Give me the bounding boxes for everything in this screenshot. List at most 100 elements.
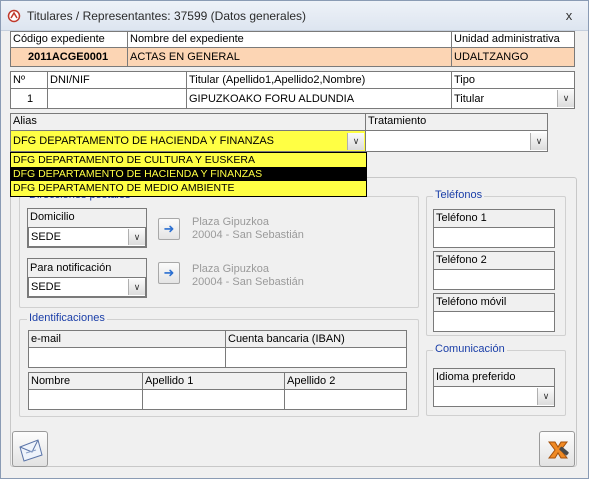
alias-option[interactable]: DFG DEPARTAMENTO DE CULTURA Y EUSKERA — [11, 153, 366, 167]
chevron-down-icon: ∨ — [352, 136, 360, 146]
alias-option[interactable]: DFG DEPARTAMENTO DE MEDIO AMBIENTE — [11, 181, 366, 195]
apellido1-header: Apellido 1 — [142, 372, 285, 390]
tipo-select[interactable]: Titular ∨ — [451, 88, 575, 109]
domicilio-address-line2: 20004 - San Sebastián — [192, 229, 304, 241]
codigo-expediente-header: Código expediente — [10, 31, 128, 48]
apellido1-input[interactable] — [142, 389, 285, 410]
telefono1-label: Teléfono 1 — [436, 212, 487, 224]
titular-field[interactable]: GIPUZKOAKO FORU ALDUNDIA — [186, 88, 452, 109]
arrow-right-icon: ➜ — [163, 221, 175, 236]
chevron-down-icon: ∨ — [133, 282, 141, 292]
telefonos-title: Teléfonos — [433, 189, 485, 201]
telefono1-header: Teléfono 1 — [433, 209, 555, 228]
titular-value: GIPUZKOAKO FORU ALDUNDIA — [189, 93, 355, 105]
tipo-header: Tipo — [451, 71, 575, 89]
titular-label: Titular (Apellido1,Apellido2,Nombre) — [189, 74, 366, 86]
idioma-header: Idioma preferido — [433, 368, 555, 387]
notificacion-value: SEDE — [31, 281, 61, 293]
tratamiento-label: Tratamiento — [368, 115, 427, 127]
alias-dropdown-button[interactable]: ∨ — [347, 133, 364, 150]
idioma-select[interactable]: ∨ — [433, 386, 555, 407]
telefono-movil-label: Teléfono móvil — [436, 296, 507, 308]
telefono-movil-header: Teléfono móvil — [433, 293, 555, 312]
envelope-icon — [19, 439, 43, 462]
nombre-expediente-value: ACTAS EN GENERAL — [130, 51, 240, 63]
codigo-expediente-field: 2011ACGE0001 — [10, 47, 128, 67]
nombre-input[interactable] — [28, 389, 143, 410]
unidad-administrativa-field: UDALTZANGO — [451, 47, 575, 67]
apellido2-header: Apellido 2 — [284, 372, 407, 390]
apellido2-input[interactable] — [284, 389, 407, 410]
telefono2-header: Teléfono 2 — [433, 251, 555, 270]
unidad-administrativa-value: UDALTZANGO — [454, 51, 529, 63]
nombre-expediente-header: Nombre del expediente — [127, 31, 452, 48]
chevron-down-icon: ∨ — [133, 232, 141, 242]
num-value: 1 — [27, 93, 34, 105]
domicilio-arrow-button[interactable]: ➜ — [158, 218, 180, 240]
telefono-movil-input[interactable] — [433, 311, 555, 332]
close-button[interactable]: x — [559, 7, 579, 25]
idioma-label: Idioma preferido — [436, 371, 516, 383]
send-button[interactable] — [12, 431, 48, 467]
iban-input[interactable] — [225, 347, 407, 368]
codigo-expediente-label: Código expediente — [13, 33, 105, 45]
apellido1-label: Apellido 1 — [145, 375, 194, 387]
iban-label: Cuenta bancaria (IBAN) — [228, 333, 345, 345]
comunicacion-title: Comunicación — [433, 343, 507, 355]
title-bar: Titulares / Representantes: 37599 (Datos… — [1, 1, 588, 31]
tipo-dropdown-button[interactable]: ∨ — [557, 90, 574, 107]
num-header: Nº — [10, 71, 48, 89]
notificacion-select[interactable]: SEDE ∨ — [28, 277, 146, 297]
telefono2-label: Teléfono 2 — [436, 254, 487, 266]
chevron-down-icon: ∨ — [535, 136, 543, 146]
alias-value: DFG DEPARTAMENTO DE HACIENDA Y FINANZAS — [13, 135, 274, 147]
exit-button[interactable] — [539, 431, 575, 467]
notificacion-dropdown-button[interactable]: ∨ — [128, 279, 145, 295]
arrow-right-icon: ➜ — [163, 265, 175, 280]
identificaciones-title: Identificaciones — [27, 312, 107, 324]
telefono1-input[interactable] — [433, 227, 555, 248]
chevron-down-icon: ∨ — [542, 391, 550, 401]
nombre-expediente-field: ACTAS EN GENERAL — [127, 47, 452, 67]
tratamiento-select[interactable]: ∨ — [365, 130, 548, 152]
dni-label: DNI/NIF — [50, 74, 90, 86]
apellido2-label: Apellido 2 — [287, 375, 336, 387]
app-icon — [7, 9, 21, 23]
alias-header: Alias — [10, 113, 366, 131]
unidad-administrativa-header: Unidad administrativa — [451, 31, 575, 48]
tratamiento-dropdown-button[interactable]: ∨ — [530, 133, 547, 150]
domicilio-select[interactable]: SEDE ∨ — [28, 227, 146, 247]
iban-header: Cuenta bancaria (IBAN) — [225, 330, 407, 348]
tipo-value: Titular — [454, 93, 485, 105]
email-input[interactable] — [28, 347, 226, 368]
tratamiento-header: Tratamiento — [365, 113, 548, 131]
domicilio-value: SEDE — [31, 231, 61, 243]
exit-icon — [548, 441, 569, 459]
telefono2-input[interactable] — [433, 269, 555, 290]
chevron-down-icon: ∨ — [562, 93, 570, 103]
alias-label: Alias — [13, 115, 37, 127]
domicilio-dropdown-button[interactable]: ∨ — [128, 229, 145, 245]
dni-input[interactable] — [47, 88, 187, 109]
unidad-administrativa-label: Unidad administrativa — [454, 33, 560, 45]
nombre-expediente-label: Nombre del expediente — [130, 33, 244, 45]
dialog-window: Titulares / Representantes: 37599 (Datos… — [0, 0, 589, 479]
titular-header: Titular (Apellido1,Apellido2,Nombre) — [186, 71, 452, 89]
notificacion-arrow-button[interactable]: ➜ — [158, 262, 180, 284]
alias-option-selected[interactable]: DFG DEPARTAMENTO DE HACIENDA Y FINANZAS — [11, 167, 366, 181]
codigo-expediente-value: 2011ACGE0001 — [28, 51, 109, 63]
num-field: 1 — [10, 88, 48, 109]
alias-dropdown-list: DFG DEPARTAMENTO DE CULTURA Y EUSKERA DF… — [10, 152, 367, 197]
dni-header: DNI/NIF — [47, 71, 187, 89]
tipo-label: Tipo — [454, 74, 475, 86]
notificacion-address-line1: Plaza Gipuzkoa — [192, 263, 270, 275]
alias-select[interactable]: DFG DEPARTAMENTO DE HACIENDA Y FINANZAS … — [10, 130, 366, 152]
nombre-label: Nombre — [31, 375, 71, 387]
idioma-dropdown-button[interactable]: ∨ — [537, 388, 554, 405]
num-label: Nº — [13, 74, 25, 86]
email-label: e-mail — [31, 333, 61, 345]
window-title: Titulares / Representantes: 37599 (Datos… — [27, 9, 307, 23]
notificacion-address-line2: 20004 - San Sebastián — [192, 276, 304, 288]
nombre-header: Nombre — [28, 372, 143, 390]
domicilio-address-line1: Plaza Gipuzkoa — [192, 216, 270, 228]
